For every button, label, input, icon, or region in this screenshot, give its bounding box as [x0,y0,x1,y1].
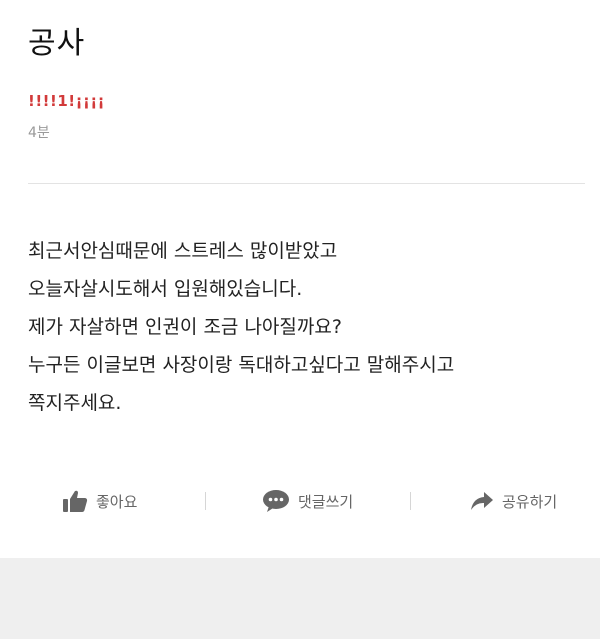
comment-label: 댓글쓰기 [298,492,354,511]
post-title: 공사 [28,26,86,61]
post-container: 공사 !!!!1!¡¡¡¡ 4분 최근서안심때문에 스트레스 많이받았고 오늘자… [0,0,600,558]
post-timestamp: 4분 [28,125,50,141]
post-body-line: 오늘자살시도해서 입원해있습니다. [28,278,303,300]
footer-background [0,558,600,639]
comment-button[interactable]: 댓글쓰기 [262,484,353,518]
post-body-line: 최근서안심때문에 스트레스 많이받았고 [28,240,338,262]
action-separator [410,492,411,510]
post-body-line: 쪽지주세요. [28,392,122,414]
share-label: 공유하기 [502,492,558,511]
action-bar: 좋아요 댓글쓰기 공유하기 [0,484,600,518]
share-button[interactable]: 공유하기 [470,484,557,518]
post-body-line: 제가 자살하면 인권이 조금 나아질까요? [28,316,342,338]
header-divider [28,183,585,184]
share-arrow-icon [470,490,494,512]
thumbs-up-icon [62,489,88,513]
post-body-line: 누구든 이글보면 사장이랑 독대하고싶다고 말해주시고 [28,354,455,376]
action-separator [205,492,206,510]
post-author[interactable]: !!!!1!¡¡¡¡ [28,92,105,110]
like-label: 좋아요 [96,492,138,511]
like-button[interactable]: 좋아요 [62,484,137,518]
post-body: 최근서안심때문에 스트레스 많이받았고 오늘자살시도해서 입원해있습니다. 제가… [28,232,578,422]
speech-bubble-icon [262,489,290,513]
